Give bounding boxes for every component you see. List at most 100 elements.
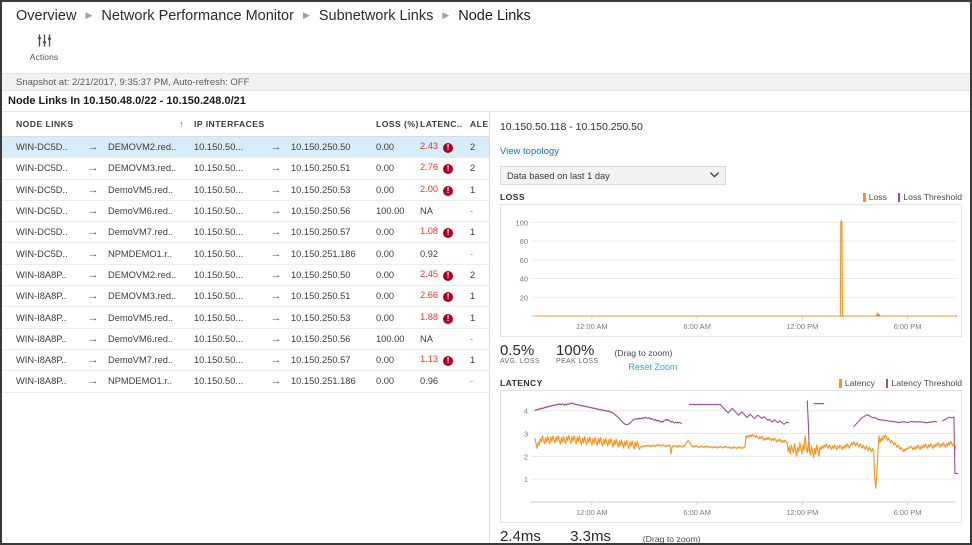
table-row[interactable]: WIN-DC5D..→NPMDEMO1.r..10.150.50...→10.1…	[2, 243, 490, 264]
arrow-right-icon: →	[78, 222, 108, 243]
table-row[interactable]: WIN-I8A8P..→DemoVM5.red..10.150.50...→10…	[2, 307, 490, 328]
arrow-right-icon: →	[261, 286, 291, 307]
cell-source-ip: 10.150.50...	[194, 137, 261, 158]
column-header-node-links[interactable]: NODE LINKS	[2, 112, 78, 137]
cell-latency: 2.00!	[420, 179, 470, 200]
column-header-spacer	[291, 112, 376, 137]
svg-text:3: 3	[524, 430, 528, 439]
table-row[interactable]: WIN-DC5D..→DemoVM7.red..10.150.50...→10.…	[2, 222, 490, 243]
latency-value: 1.88	[420, 312, 438, 322]
loss-stats: 0.5% AVG. LOSS 100% PEAK LOSS (Drag to z…	[500, 342, 962, 372]
breadcrumb-item-node-links[interactable]: Node Links	[458, 8, 531, 24]
svg-text:2: 2	[524, 452, 528, 461]
cell-loss: 0.00	[376, 371, 420, 392]
cell-latency: 2.66!	[420, 286, 470, 307]
actions-button[interactable]: Actions	[20, 32, 68, 62]
cell-latency: NA	[420, 328, 470, 349]
latency-chart-legend: Latency Latency Threshold	[839, 378, 962, 388]
cell-latency: 0.92	[420, 243, 470, 264]
column-header-ip-interfaces[interactable]: IP INTERFACES	[194, 112, 261, 137]
cell-latency: 2.45!	[420, 264, 470, 285]
breadcrumb-item-overview[interactable]: Overview	[16, 8, 76, 24]
legend-item-loss: Loss	[863, 192, 887, 202]
latency-stats: 2.4ms AVG. LATENCY 3.3ms PEAK LATENCY (D…	[500, 528, 962, 545]
table-header-row: NODE LINKS ↑ IP INTERFACES LOSS (%) LATE…	[2, 112, 490, 137]
table-row[interactable]: WIN-I8A8P..→DemoVM6.red..10.150.50...→10…	[2, 328, 490, 349]
table-row[interactable]: WIN-I8A8P..→DemoVM7.red..10.150.50...→10…	[2, 349, 490, 370]
cell-latency: 2.43!	[420, 137, 470, 158]
cell-loss: 0.00	[376, 349, 420, 370]
arrow-right-icon: →	[78, 158, 108, 179]
legend-label-latency-threshold: Latency Threshold	[891, 378, 962, 388]
cell-loss: 0.00	[376, 286, 420, 307]
cell-alerts: -	[470, 243, 490, 264]
breadcrumb-item-network-performance-monitor[interactable]: Network Performance Monitor	[101, 8, 294, 24]
actions-button-label: Actions	[30, 52, 59, 62]
breadcrumb-item-subnetwork-links[interactable]: Subnetwork Links	[319, 8, 433, 24]
cell-destination-ip: 10.150.250.57	[291, 222, 376, 243]
page-title: Node Links In 10.150.48.0/22 - 10.150.24…	[2, 91, 970, 111]
table-row[interactable]: WIN-I8A8P..→DEMOVM3.red..10.150.50...→10…	[2, 286, 490, 307]
svg-text:1: 1	[524, 475, 528, 484]
peak-latency-stat: 3.3ms PEAK LATENCY	[570, 528, 627, 545]
table-row[interactable]: WIN-DC5D..→DEMOVM2.red..10.150.50...→10.…	[2, 137, 490, 158]
alert-severity-icon: !	[443, 314, 453, 324]
column-header-alerts[interactable]: ALERTS	[470, 112, 490, 137]
table-row[interactable]: WIN-DC5D..→DemoVM5.red..10.150.50...→10.…	[2, 179, 490, 200]
cell-source-ip: 10.150.50...	[194, 307, 261, 328]
cell-source-ip: 10.150.50...	[194, 200, 261, 221]
cell-source-node: WIN-DC5D..	[2, 179, 78, 200]
cell-destination-node: DemoVM5.red..	[108, 179, 194, 200]
cell-latency: 1.88!	[420, 307, 470, 328]
peak-loss-label: PEAK LOSS	[556, 358, 598, 365]
svg-text:100: 100	[515, 218, 528, 227]
table-row[interactable]: WIN-DC5D..→DEMOVM3.red..10.150.50...→10.…	[2, 158, 490, 179]
latency-value: 2.45	[420, 269, 438, 279]
latency-value: NA	[420, 334, 433, 344]
time-range-select[interactable]: Data based on last 1 day	[500, 166, 726, 185]
latency-chart[interactable]: 123412:00 AM6:00 AM12:00 PM6:00 PM	[500, 390, 962, 523]
cell-destination-node: NPMDEMO1.r..	[108, 371, 194, 392]
loss-reset-zoom-link[interactable]: Reset Zoom	[628, 362, 677, 372]
alert-severity-icon: !	[443, 271, 453, 281]
arrow-right-icon: →	[261, 158, 291, 179]
column-header-loss[interactable]: LOSS (%)	[376, 112, 420, 137]
cell-alerts: 1	[470, 179, 490, 200]
command-bar: Actions	[2, 31, 970, 73]
svg-text:12:00 AM: 12:00 AM	[576, 322, 608, 331]
avg-latency-stat: 2.4ms AVG. LATENCY	[500, 528, 554, 545]
legend-label-latency: Latency	[845, 378, 875, 388]
loss-chart-legend: Loss Loss Threshold	[863, 192, 962, 202]
cell-alerts: 2	[470, 264, 490, 285]
alert-severity-icon: !	[443, 292, 453, 302]
latency-drag-to-zoom-text: (Drag to zoom)	[643, 534, 701, 544]
cell-source-node: WIN-DC5D..	[2, 200, 78, 221]
table-row[interactable]: WIN-I8A8P..→DEMOVM2.red..10.150.50...→10…	[2, 264, 490, 285]
svg-text:20: 20	[520, 293, 528, 302]
column-header-latency[interactable]: LATENC..	[420, 112, 470, 137]
loss-zoom-hint: (Drag to zoom) Reset Zoom	[614, 342, 677, 372]
column-header-spacer	[261, 112, 291, 137]
arrow-right-icon: →	[261, 371, 291, 392]
alert-severity-icon: !	[443, 143, 453, 153]
view-topology-link[interactable]: View topology	[500, 146, 559, 157]
latency-zoom-hint: (Drag to zoom) Reset Zoom	[643, 528, 706, 545]
legend-swatch-loss-threshold	[898, 193, 901, 202]
cell-source-ip: 10.150.50...	[194, 179, 261, 200]
npm-node-links-page: Overview ▶ Network Performance Monitor ▶…	[0, 0, 972, 545]
legend-item-loss-threshold: Loss Threshold	[898, 192, 962, 202]
snapshot-bar: Snapshot at: 2/21/2017, 9:35:37 PM, Auto…	[2, 73, 970, 91]
table-row[interactable]: WIN-I8A8P..→NPMDEMO1.r..10.150.50...→10.…	[2, 371, 490, 392]
cell-loss: 0.00	[376, 158, 420, 179]
detail-title: 10.150.50.118 - 10.150.250.50	[500, 121, 962, 133]
snapshot-text: Snapshot at: 2/21/2017, 9:35:37 PM, Auto…	[16, 77, 249, 88]
table-row[interactable]: WIN-DC5D..→DemoVM6.red..10.150.50...→10.…	[2, 200, 490, 221]
column-header-sort-indicator[interactable]: ↑	[108, 112, 194, 137]
arrow-right-icon: →	[78, 307, 108, 328]
svg-text:60: 60	[520, 256, 528, 265]
latency-value: 2.76	[420, 162, 438, 172]
avg-loss-value: 0.5%	[500, 342, 540, 359]
loss-chart[interactable]: 2040608010012:00 AM6:00 AM12:00 PM6:00 P…	[500, 204, 962, 337]
legend-swatch-latency	[839, 379, 842, 388]
cell-source-node: WIN-I8A8P..	[2, 328, 78, 349]
